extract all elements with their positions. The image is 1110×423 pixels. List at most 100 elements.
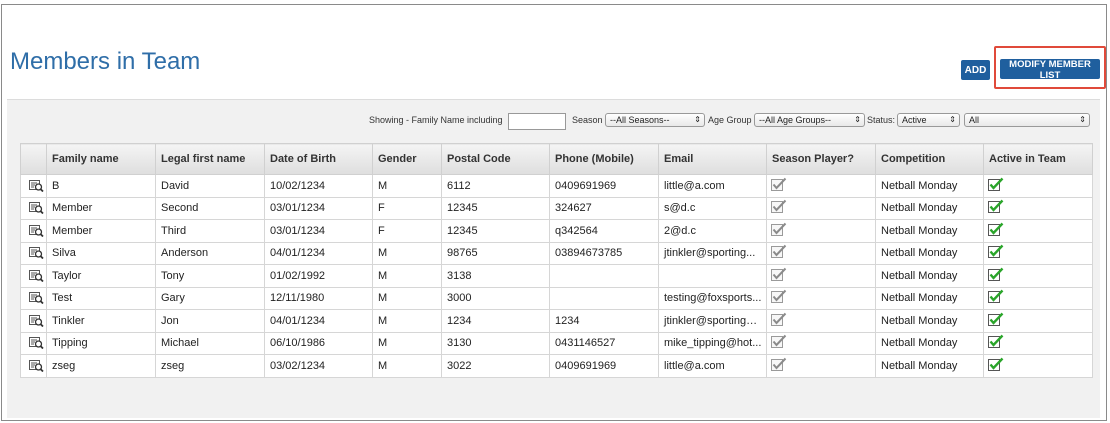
table-row: Taylor Tony 01/02/1992 M 3138 Netball Monday [20,264,1093,288]
status-select-value: Active [902,115,927,125]
cell-family: zseg [46,354,156,378]
age-group-select[interactable]: --All Age Groups-- ⇕ [754,113,865,127]
cell-first: David [155,174,265,198]
cell-family: Tinkler [46,309,156,333]
members-table: Family name Legal first name Date of Bir… [20,143,1093,378]
active-in-team-checkbox-icon[interactable] [983,219,1093,243]
active-in-team-checkbox-icon[interactable] [983,196,1093,220]
column-header[interactable]: Season Player? [766,143,876,175]
view-record-icon[interactable] [20,286,47,310]
column-header[interactable]: Date of Birth [264,143,373,175]
view-record-icon[interactable] [20,174,47,198]
cell-dob: 03/01/1234 [264,196,373,220]
cell-family: Test [46,286,156,310]
cell-postal: 12345 [441,196,550,220]
status-select[interactable]: Active ⇕ [897,113,960,127]
season-player-checkbox-icon [766,286,876,310]
season-select[interactable]: --All Seasons-- ⇕ [605,113,705,127]
cell-dob: 01/02/1992 [264,264,373,288]
cell-phone: 0409691969 [549,174,659,198]
cell-gender: M [372,264,442,288]
cell-email: testing@foxsports... [658,286,767,310]
cell-email: 2@d.c [658,219,767,243]
cell-phone: q342564 [549,219,659,243]
family-name-filter-label: Showing - Family Name including [369,115,503,125]
cell-first: Gary [155,286,265,310]
cell-postal: 3138 [441,264,550,288]
modify-member-list-button[interactable]: MODIFY MEMBER LIST [1000,59,1100,81]
cell-dob: 03/01/1234 [264,219,373,243]
cell-dob: 12/11/1980 [264,286,373,310]
cell-email: little@a.com [658,354,767,378]
status-filter-label: Status: [867,115,896,125]
active-in-team-checkbox-icon[interactable] [983,331,1093,355]
add-button[interactable]: ADD [961,60,990,80]
cell-gender: M [372,241,442,265]
table-row: Silva Anderson 04/01/1234 M 98765 03894673785… [20,241,1093,265]
family-name-filter-input[interactable] [508,113,566,130]
cell-gender: M [372,286,442,310]
extra-filter-select-value: All [969,115,980,125]
cell-postal: 12345 [441,219,550,243]
column-header[interactable]: Legal first name [155,143,265,175]
cell-email: jtinkler@sporting@hot... [658,309,767,333]
cell-family: Silva [46,241,156,265]
cell-dob: 06/10/1986 [264,331,373,355]
season-player-checkbox-icon [766,196,876,220]
column-header[interactable]: Family name [46,143,156,175]
column-header[interactable]: Postal Code [441,143,550,175]
cell-postal: 3130 [441,331,550,355]
active-in-team-checkbox-icon[interactable] [983,264,1093,288]
view-record-icon[interactable] [20,264,47,288]
column-header[interactable]: Email [658,143,767,175]
cell-first: Third [155,219,265,243]
table-header-row: Family name Legal first name Date of Bir… [20,143,1093,175]
season-player-checkbox-icon [766,331,876,355]
cell-first: zseg [155,354,265,378]
cell-dob: 10/02/1234 [264,174,373,198]
column-header[interactable]: Competition [875,143,984,175]
column-header[interactable]: Active in Team [983,143,1093,175]
view-record-icon[interactable] [20,354,47,378]
column-header[interactable]: Gender [372,143,442,175]
cell-competition: Netball Monday [875,219,984,243]
active-in-team-checkbox-icon[interactable] [983,354,1093,378]
cell-phone: 03894673785 [549,241,659,265]
cell-competition: Netball Monday [875,196,984,220]
column-header[interactable]: Phone (Mobile) [549,143,659,175]
cell-gender: M [372,174,442,198]
cell-first: Jon [155,309,265,333]
cell-gender: M [372,354,442,378]
extra-filter-select[interactable]: All ⇕ [964,113,1090,127]
cell-email: little@a.com [658,174,767,198]
season-player-checkbox-icon [766,174,876,198]
select-arrows-icon: ⇕ [694,115,701,124]
cell-competition: Netball Monday [875,174,984,198]
view-record-icon[interactable] [20,309,47,333]
age-group-select-value: --All Age Groups-- [759,115,832,125]
view-record-icon[interactable] [20,219,47,243]
table-row: Tipping Michael 06/10/1986 M 3130 0431146527 m… [20,331,1093,355]
active-in-team-checkbox-icon[interactable] [983,309,1093,333]
cell-phone: 1234 [549,309,659,333]
cell-first: Tony [155,264,265,288]
cell-gender: M [372,331,442,355]
active-in-team-checkbox-icon[interactable] [983,174,1093,198]
view-record-icon[interactable] [20,241,47,265]
season-player-checkbox-icon [766,241,876,265]
age-group-filter-label: Age Group [708,115,752,125]
table-row: Test Gary 12/11/1980 M 3000 testing@foxsports… [20,286,1093,310]
cell-first: Second [155,196,265,220]
cell-postal: 6112 [441,174,550,198]
members-table-body: B David 10/02/1234 M 6112 0409691969 little@a.… [20,174,1093,378]
cell-competition: Netball Monday [875,331,984,355]
season-player-checkbox-icon [766,354,876,378]
cell-dob: 04/01/1234 [264,241,373,265]
active-in-team-checkbox-icon[interactable] [983,241,1093,265]
cell-email: mike_tipping@hot... [658,331,767,355]
active-in-team-checkbox-icon[interactable] [983,286,1093,310]
table-row: Tinkler Jon 04/01/1234 M 1234 1234 jtinkler@sp… [20,309,1093,333]
cell-competition: Netball Monday [875,286,984,310]
view-record-icon[interactable] [20,331,47,355]
view-record-icon[interactable] [20,196,47,220]
